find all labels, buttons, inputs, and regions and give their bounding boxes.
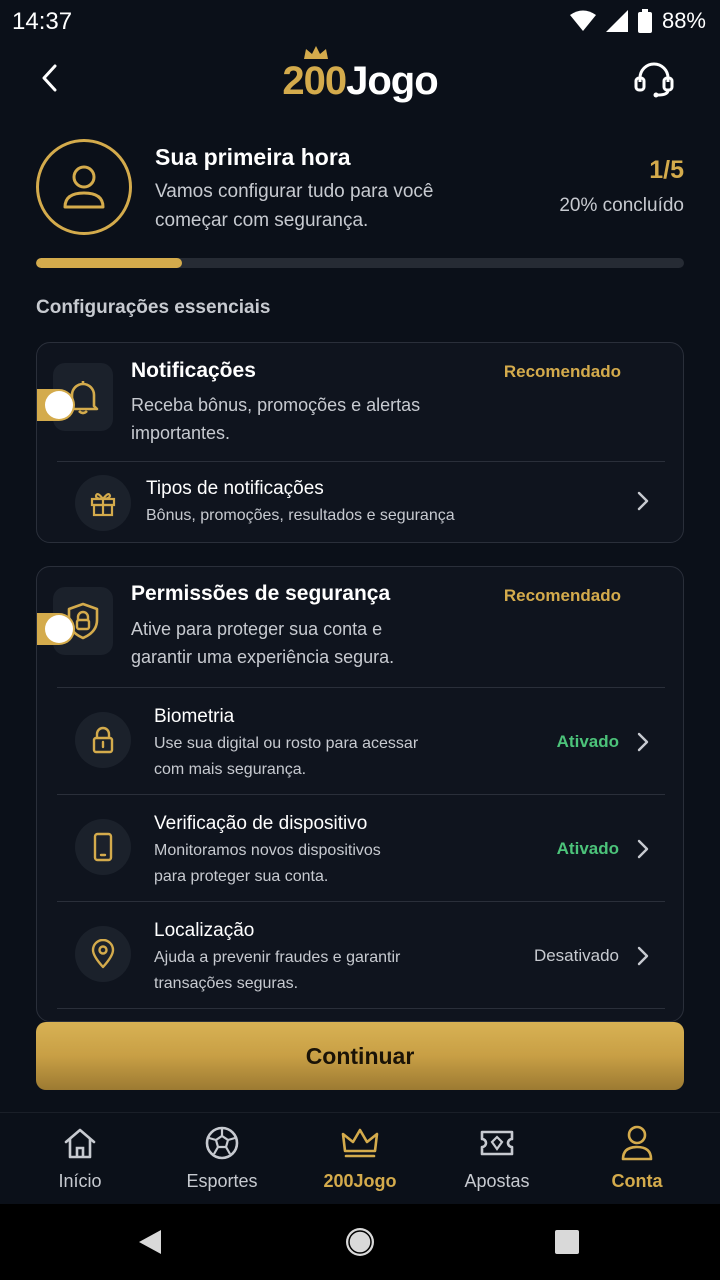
system-recents-icon[interactable] xyxy=(554,1229,580,1255)
nav-label: Início xyxy=(58,1171,102,1191)
ticket-icon xyxy=(478,1125,516,1161)
brand-logo: 200 Jogo xyxy=(0,44,720,104)
user-icon xyxy=(620,1125,654,1161)
chevron-right-icon xyxy=(633,839,653,859)
location-desc: Ajuda a prevenir fraudes e garantir tran… xyxy=(154,949,401,992)
notification-types-title: Tipos de notificações xyxy=(146,478,324,499)
crown-icon xyxy=(341,1125,379,1161)
nav-item-bets[interactable]: Apostas xyxy=(437,1113,557,1205)
location-pin-icon xyxy=(91,939,115,969)
system-back-icon[interactable] xyxy=(137,1228,163,1256)
security-title: Permissões de segurança xyxy=(131,582,391,605)
device-verification-status: Ativado xyxy=(556,839,619,858)
chevron-right-icon xyxy=(633,491,653,511)
recommended-badge: Recomendado xyxy=(503,362,621,381)
continue-button[interactable]: Continuar xyxy=(36,1022,684,1090)
chevron-right-icon xyxy=(633,732,653,752)
nav-item-home[interactable]: Início xyxy=(20,1113,140,1205)
biometrics-title: Biometria xyxy=(154,706,235,727)
signal-icon xyxy=(605,10,628,32)
lock-icon-box xyxy=(75,712,131,768)
progress-bar xyxy=(36,258,684,268)
location-icon-box xyxy=(75,926,131,982)
section-title: Configurações essenciais xyxy=(36,297,271,318)
notification-types-row[interactable]: Tipos de notificações Bônus, promoções, … xyxy=(57,461,665,542)
gift-icon-box xyxy=(75,475,131,531)
nav-label: Apostas xyxy=(464,1171,530,1191)
logo-number: 200 xyxy=(282,59,347,103)
notifications-desc: Receba bônus, promoções e alertas import… xyxy=(131,395,421,443)
smartphone-icon xyxy=(93,832,113,862)
bottom-nav: Início Esportes 200Jogo Apostas Conta xyxy=(0,1112,720,1204)
home-icon xyxy=(62,1125,98,1161)
biometrics-desc: Use sua digital ou rosto para acessar co… xyxy=(154,735,419,778)
recommended-badge: Recomendado xyxy=(503,586,621,605)
location-status: Desativado xyxy=(533,946,619,965)
support-button[interactable] xyxy=(630,56,678,102)
intro-subtitle: Vamos configurar tudo para você começar … xyxy=(155,181,434,231)
security-card: Permissões de segurança Ative para prote… xyxy=(36,566,684,1022)
notifications-card: Notificações Receba bônus, promoções e a… xyxy=(36,342,684,543)
nav-item-sports[interactable]: Esportes xyxy=(162,1113,282,1205)
phone-icon-box xyxy=(75,819,131,875)
status-icons: 88% xyxy=(569,8,706,34)
soccer-ball-icon xyxy=(204,1125,240,1161)
battery-percent: 88% xyxy=(661,8,706,33)
logo-word: Jogo xyxy=(346,59,439,103)
location-title: Localização xyxy=(154,920,255,941)
toggle-knob xyxy=(45,391,73,419)
toggle-knob xyxy=(45,615,73,643)
device-verification-desc: Monitoramos novos dispositivos para prot… xyxy=(154,842,381,885)
nav-label: Esportes xyxy=(186,1171,258,1191)
device-verification-title: Verificação de dispositivo xyxy=(154,813,368,834)
nav-label: Conta xyxy=(611,1171,663,1191)
notification-types-desc: Bônus, promoções, resultados e segurança xyxy=(146,507,455,524)
crown-icon xyxy=(304,46,329,59)
security-toggle[interactable] xyxy=(37,613,75,645)
nav-item-200jogo[interactable]: 200Jogo xyxy=(300,1113,420,1205)
status-time: 14:37 xyxy=(12,8,73,35)
battery-icon xyxy=(637,9,652,33)
biometrics-row[interactable]: Biometria Use sua digital ou rosto para … xyxy=(57,687,665,794)
notifications-toggle[interactable] xyxy=(37,389,75,421)
biometrics-status: Ativado xyxy=(556,732,619,751)
progress-text: 20% concluído xyxy=(559,195,684,216)
location-row[interactable]: Localização Ajuda a prevenir fraudes e g… xyxy=(57,901,665,1009)
chevron-right-icon xyxy=(633,946,653,966)
progress-fill xyxy=(36,258,183,268)
avatar xyxy=(36,139,132,235)
nav-item-account[interactable]: Conta xyxy=(577,1113,697,1205)
system-home-icon[interactable] xyxy=(344,1226,376,1258)
nav-label: 200Jogo xyxy=(323,1171,397,1191)
system-nav-bar xyxy=(0,1204,720,1280)
wifi-icon xyxy=(569,10,596,31)
device-verification-row[interactable]: Verificação de dispositivo Monitoramos n… xyxy=(57,794,665,901)
step-counter: 1/5 xyxy=(649,156,684,184)
notifications-title: Notificações xyxy=(131,359,256,382)
lock-icon xyxy=(92,726,114,754)
security-desc: Ative para proteger sua conta e garantir… xyxy=(131,619,395,667)
user-icon xyxy=(63,165,105,209)
gift-icon xyxy=(90,493,116,517)
status-bar: 14:37 88% xyxy=(0,0,720,40)
headset-icon xyxy=(634,62,674,98)
intro-title: Sua primeira hora xyxy=(155,144,351,170)
